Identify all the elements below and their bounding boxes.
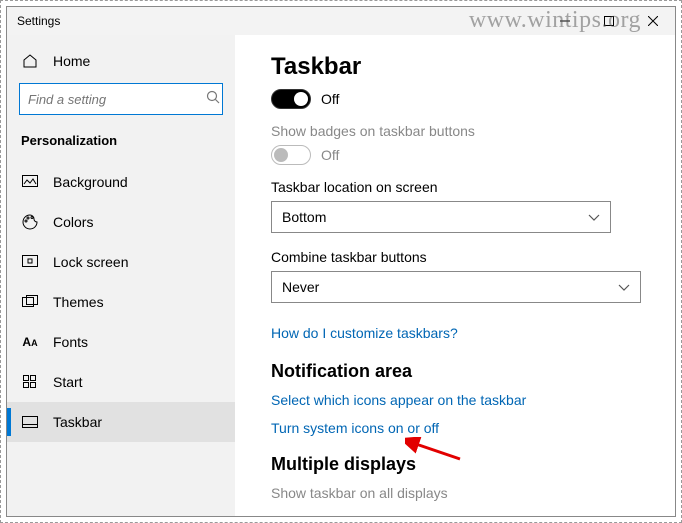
chevron-down-icon	[588, 209, 600, 225]
maximize-button[interactable]	[587, 7, 631, 35]
home-icon	[21, 53, 39, 69]
sidebar-item-label: Start	[53, 374, 83, 390]
badges-label: Show badges on taskbar buttons	[271, 123, 655, 139]
notification-heading: Notification area	[271, 361, 655, 382]
themes-icon	[21, 295, 39, 309]
close-button[interactable]	[631, 7, 675, 35]
window-controls	[543, 7, 675, 35]
combine-label: Combine taskbar buttons	[271, 249, 655, 265]
sidebar-item-label: Lock screen	[53, 254, 128, 270]
nav-list: Background Colors Lock screen Themes	[7, 162, 235, 442]
sidebar-item-start[interactable]: Start	[7, 362, 235, 402]
location-dropdown[interactable]: Bottom	[271, 201, 611, 233]
sidebar-item-themes[interactable]: Themes	[7, 282, 235, 322]
sidebar: Home Personalization Background	[7, 35, 235, 516]
toggle-taskbar-state: Off	[321, 91, 339, 107]
multi-label: Show taskbar on all displays	[271, 485, 655, 501]
home-label: Home	[53, 53, 90, 69]
sidebar-item-label: Colors	[53, 214, 93, 230]
toggle-taskbar[interactable]	[271, 89, 311, 109]
titlebar: Settings	[7, 7, 675, 35]
sidebar-item-label: Themes	[53, 294, 104, 310]
sidebar-item-label: Fonts	[53, 334, 88, 350]
location-label: Taskbar location on screen	[271, 179, 655, 195]
window-title: Settings	[17, 14, 60, 28]
combine-value: Never	[282, 279, 319, 295]
toggle-badges-state: Off	[321, 147, 339, 163]
sidebar-item-fonts[interactable]: AA Fonts	[7, 322, 235, 362]
sidebar-item-taskbar[interactable]: Taskbar	[7, 402, 235, 442]
sidebar-item-label: Background	[53, 174, 128, 190]
minimize-button[interactable]	[543, 7, 587, 35]
sidebar-item-label: Taskbar	[53, 414, 102, 430]
start-icon	[21, 375, 39, 389]
page-title: Taskbar	[271, 53, 655, 81]
fonts-icon: AA	[21, 335, 39, 349]
customize-link[interactable]: How do I customize taskbars?	[271, 325, 458, 341]
main-content: Taskbar Off Show badges on taskbar butto…	[235, 35, 675, 516]
section-label: Personalization	[7, 127, 235, 162]
sidebar-item-lockscreen[interactable]: Lock screen	[7, 242, 235, 282]
background-icon	[21, 175, 39, 189]
location-value: Bottom	[282, 209, 326, 225]
system-icons-link[interactable]: Turn system icons on or off	[271, 420, 655, 436]
lockscreen-icon	[21, 255, 39, 269]
chevron-down-icon	[618, 279, 630, 295]
search-input[interactable]	[19, 83, 223, 115]
home-nav[interactable]: Home	[7, 43, 235, 79]
select-icons-link[interactable]: Select which icons appear on the taskbar	[271, 392, 655, 408]
sidebar-item-colors[interactable]: Colors	[7, 202, 235, 242]
taskbar-icon	[21, 416, 39, 428]
search-field[interactable]	[28, 92, 206, 107]
search-icon	[206, 90, 220, 109]
toggle-badges	[271, 145, 311, 165]
sidebar-item-background[interactable]: Background	[7, 162, 235, 202]
multiple-displays-heading: Multiple displays	[271, 454, 655, 475]
combine-dropdown[interactable]: Never	[271, 271, 641, 303]
colors-icon	[21, 214, 39, 230]
settings-window: Settings Home	[6, 6, 676, 517]
